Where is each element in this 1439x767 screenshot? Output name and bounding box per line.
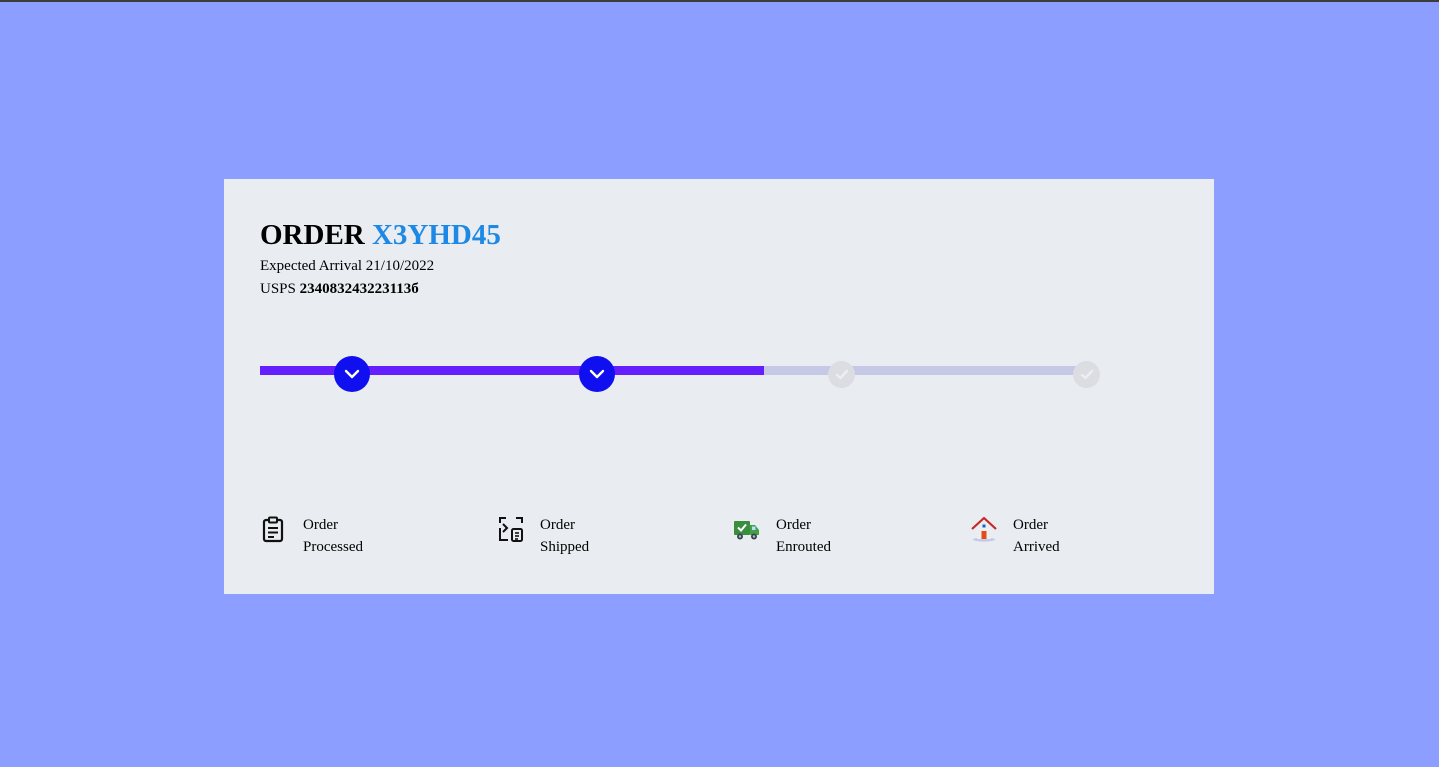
checkmark-icon: [835, 369, 848, 380]
step-1-marker: [334, 356, 370, 392]
step-label-line1: Order: [540, 517, 575, 533]
step-order-arrived: Order Arrived: [970, 514, 1060, 558]
chevron-down-icon: [344, 369, 360, 379]
step-3-marker: [828, 361, 855, 388]
step-label: Order Shipped: [540, 514, 589, 558]
step-2-marker: [579, 356, 615, 392]
house-icon: [970, 515, 998, 543]
step-label-line2: Arrived: [1013, 539, 1060, 555]
step-label-line2: Shipped: [540, 539, 590, 555]
expected-arrival: Expected Arrival 21/10/2022: [260, 256, 434, 276]
order-tracking-card: ORDER X3YHD45 Expected Arrival 21/10/202…: [224, 179, 1214, 594]
chevron-down-icon: [589, 369, 605, 379]
tracking-number: 234083243223113б: [299, 281, 419, 297]
step-label: Order Arrived: [1013, 514, 1060, 558]
step-order-enrouted: Order Enrouted: [733, 514, 831, 558]
carrier-name: USPS: [260, 281, 296, 297]
step-order-processed: Order Processed: [260, 514, 363, 558]
shipping-box-icon: [497, 515, 525, 543]
step-label-line1: Order: [303, 517, 338, 533]
order-title-prefix: ORDER: [260, 219, 365, 251]
checkmark-icon: [1080, 369, 1093, 380]
expected-arrival-date: 21/10/2022: [365, 258, 435, 274]
step-order-shipped: Order Shipped: [497, 514, 589, 558]
step-label-line1: Order: [1013, 517, 1048, 533]
step-4-marker: [1073, 361, 1100, 388]
step-label-line2: Enrouted: [776, 539, 831, 555]
tracking-info: USPS 234083243223113б: [260, 279, 419, 299]
order-title: ORDER X3YHD45: [260, 217, 501, 253]
order-id: X3YHD45: [371, 219, 501, 251]
step-label: Order Processed: [303, 514, 363, 558]
expected-arrival-label: Expected Arrival: [260, 258, 363, 274]
window-top-edge: [0, 0, 1439, 2]
step-label: Order Enrouted: [776, 514, 831, 558]
step-label-line2: Processed: [303, 539, 363, 555]
step-label-line1: Order: [776, 517, 811, 533]
clipboard-icon: [260, 515, 288, 543]
delivery-truck-icon: [733, 515, 761, 543]
